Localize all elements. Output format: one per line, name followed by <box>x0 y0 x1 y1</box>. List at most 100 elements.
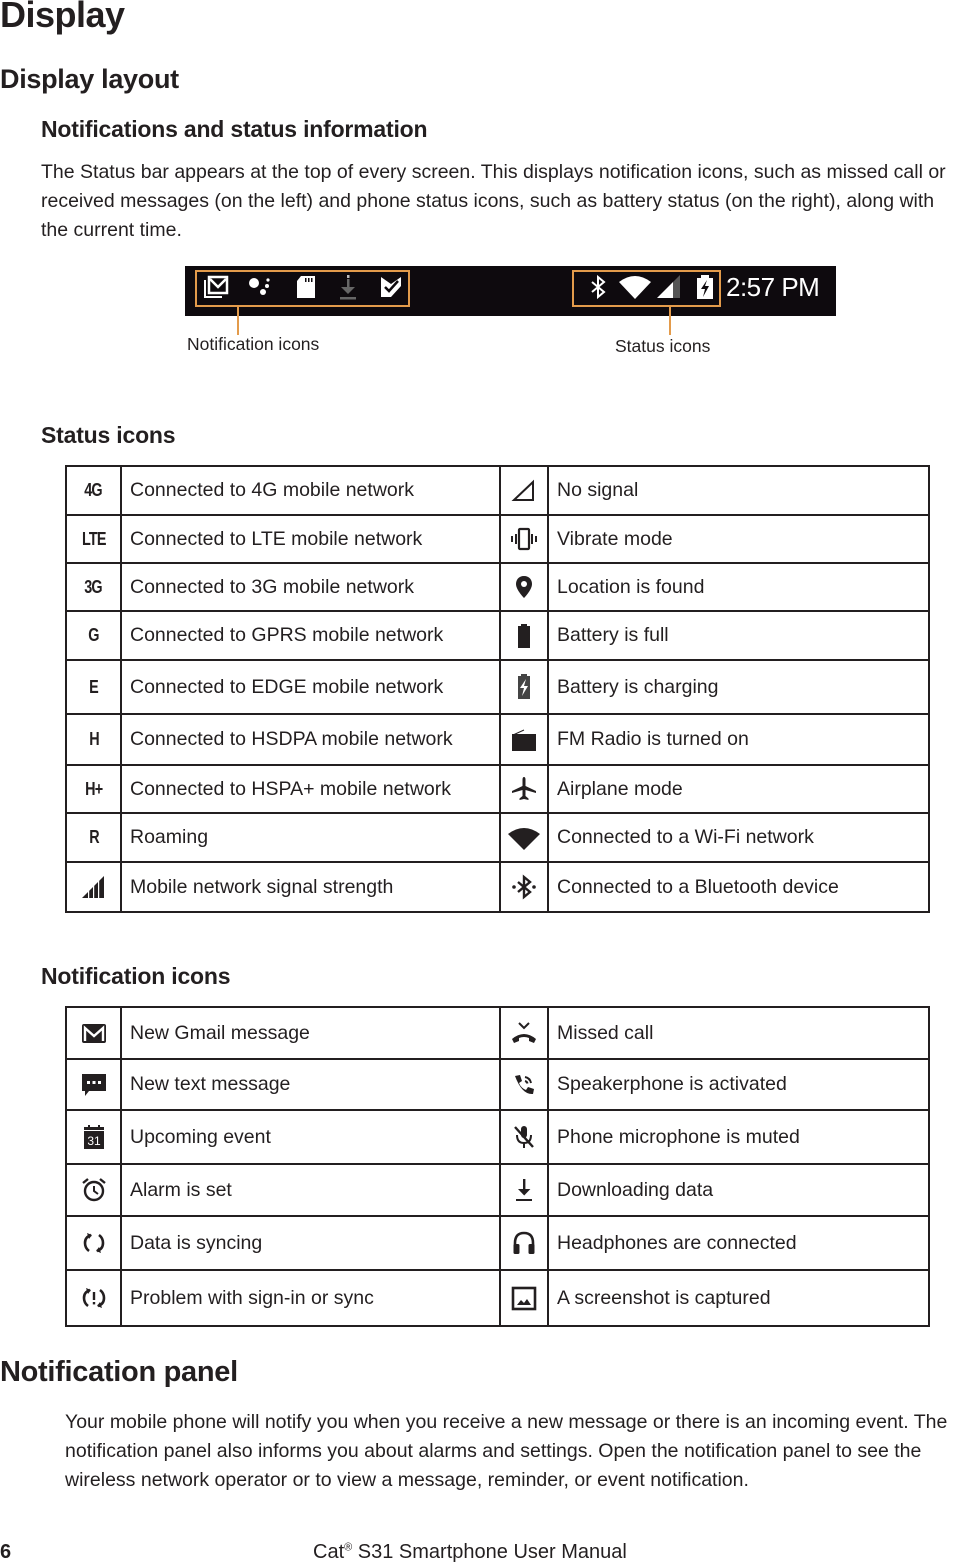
bluetooth-icon <box>585 274 611 300</box>
table-row: G Connected to GPRS mobile network Batte… <box>65 610 930 661</box>
notification-panel-heading: Notification panel <box>0 1356 238 1388</box>
status-bar-clock: 2:57 PM <box>726 272 820 302</box>
headphones-icon <box>499 1215 549 1271</box>
location-icon <box>499 562 549 612</box>
screenshot-icon <box>499 1269 549 1327</box>
notification-description: Data is syncing <box>120 1215 501 1271</box>
manual-title-suffix: S31 Smartphone User Manual <box>352 1541 627 1563</box>
status-description: Connected to a Bluetooth device <box>547 861 930 913</box>
status-description: Mobile network signal strength <box>120 861 501 913</box>
calendar-icon: 31 <box>65 1109 122 1165</box>
status-description: Airplane mode <box>547 764 930 814</box>
manual-title-prefix: Cat <box>313 1541 345 1563</box>
sync-problem-icon <box>65 1269 122 1327</box>
notification-description: New text message <box>120 1058 501 1111</box>
page-number: 6 <box>0 1541 12 1563</box>
battery-charging-icon <box>692 274 718 300</box>
table-row: 3G Connected to 3G mobile network Locati… <box>65 562 930 612</box>
status-description: Connected to EDGE mobile network <box>120 659 501 715</box>
no-signal-icon <box>499 465 549 516</box>
manual-title: Cat® S31 Smartphone User Manual <box>313 1541 627 1564</box>
edge-icon: E <box>65 659 122 715</box>
notification-icons-heading: Notification icons <box>41 963 231 989</box>
gmail-icon <box>203 274 229 300</box>
notification-panel-paragraph: Your mobile phone will notify you when y… <box>65 1411 948 1491</box>
status-description: Connected to a Wi-Fi network <box>547 812 930 863</box>
notification-icons-table: New Gmail message Missed call New text m… <box>65 1006 930 1327</box>
status-description: Vibrate mode <box>547 514 930 564</box>
table-row: Data is syncing Headphones are connected <box>65 1215 930 1271</box>
lte-icon: LTE <box>65 514 122 564</box>
status-icons-table: 4G Connected to 4G mobile network No sig… <box>65 465 930 913</box>
section-title: Display layout <box>0 64 179 94</box>
page-title: Display <box>0 0 125 35</box>
table-row: R Roaming Connected to a Wi-Fi network <box>65 812 930 863</box>
status-description: Connected to GPRS mobile network <box>120 610 501 661</box>
assistant-dots-icon <box>247 274 273 300</box>
vibrate-icon <box>499 514 549 564</box>
table-row: New Gmail message Missed call <box>65 1006 930 1060</box>
roaming-icon: R <box>65 812 122 863</box>
notification-description: Upcoming event <box>120 1109 501 1165</box>
status-description: FM Radio is turned on <box>547 713 930 766</box>
4g-icon: 4G <box>65 465 122 516</box>
notification-description: Problem with sign-in or sync <box>120 1269 501 1327</box>
bluetooth-connected-icon <box>499 861 549 913</box>
3g-icon: 3G <box>65 562 122 612</box>
download-icon <box>335 274 361 300</box>
wifi-icon <box>618 274 652 300</box>
status-description: Connected to HSPA+ mobile network <box>120 764 501 814</box>
notification-description: Downloading data <box>547 1163 930 1217</box>
status-description: Connected to 3G mobile network <box>120 562 501 612</box>
intro-paragraph: The Status bar appears at the top of eve… <box>41 161 946 241</box>
mic-muted-icon <box>499 1109 549 1165</box>
notification-description: Headphones are connected <box>547 1215 930 1271</box>
table-row: E Connected to EDGE mobile network Batte… <box>65 659 930 715</box>
battery-charging-icon <box>499 659 549 715</box>
gprs-icon: G <box>65 610 122 661</box>
status-icons-caption: Status icons <box>615 336 711 356</box>
svg-text:31: 31 <box>87 1134 101 1148</box>
notification-icons-caption: Notification icons <box>187 334 320 354</box>
speakerphone-icon <box>499 1058 549 1111</box>
status-description: Location is found <box>547 562 930 612</box>
signal-strength-icon <box>65 861 122 913</box>
wifi-icon <box>499 812 549 863</box>
status-bar-figure: 2:57 PM <box>185 266 836 316</box>
signal-icon <box>655 274 681 300</box>
gmail-icon <box>65 1006 122 1060</box>
status-description: Connected to LTE mobile network <box>120 514 501 564</box>
table-row: H Connected to HSDPA mobile network FM R… <box>65 713 930 766</box>
status-description: Roaming <box>120 812 501 863</box>
notification-description: A screenshot is captured <box>547 1269 930 1327</box>
airplane-icon <box>499 764 549 814</box>
notification-description: New Gmail message <box>120 1006 501 1060</box>
status-description: Connected to HSDPA mobile network <box>120 713 501 766</box>
status-description: Connected to 4G mobile network <box>120 465 501 516</box>
subsection-title: Notifications and status information <box>41 116 428 142</box>
checkmark-flag-icon <box>378 274 404 300</box>
table-row: Problem with sign-in or sync A screensho… <box>65 1269 930 1327</box>
missed-call-icon <box>499 1006 549 1060</box>
hspa-plus-icon: H+ <box>65 764 122 814</box>
status-description: Battery is full <box>547 610 930 661</box>
notification-description: Alarm is set <box>120 1163 501 1217</box>
table-row: H+ Connected to HSPA+ mobile network Air… <box>65 764 930 814</box>
fm-radio-icon <box>499 713 549 766</box>
status-icons-heading: Status icons <box>41 422 176 448</box>
battery-full-icon <box>499 610 549 661</box>
hsdpa-icon: H <box>65 713 122 766</box>
table-row: Mobile network signal strength Connected… <box>65 861 930 913</box>
notification-description: Phone microphone is muted <box>547 1109 930 1165</box>
status-leader-line <box>669 307 671 335</box>
sd-card-icon <box>293 274 319 300</box>
table-row: New text message Speakerphone is activat… <box>65 1058 930 1111</box>
table-row: Alarm is set Downloading data <box>65 1163 930 1217</box>
sync-icon <box>65 1215 122 1271</box>
status-description: No signal <box>547 465 930 516</box>
notification-description: Missed call <box>547 1006 930 1060</box>
notification-leader-line <box>237 307 239 335</box>
alarm-icon <box>65 1163 122 1217</box>
table-row: 31 Upcoming event Phone microphone is mu… <box>65 1109 930 1165</box>
status-description: Battery is charging <box>547 659 930 715</box>
